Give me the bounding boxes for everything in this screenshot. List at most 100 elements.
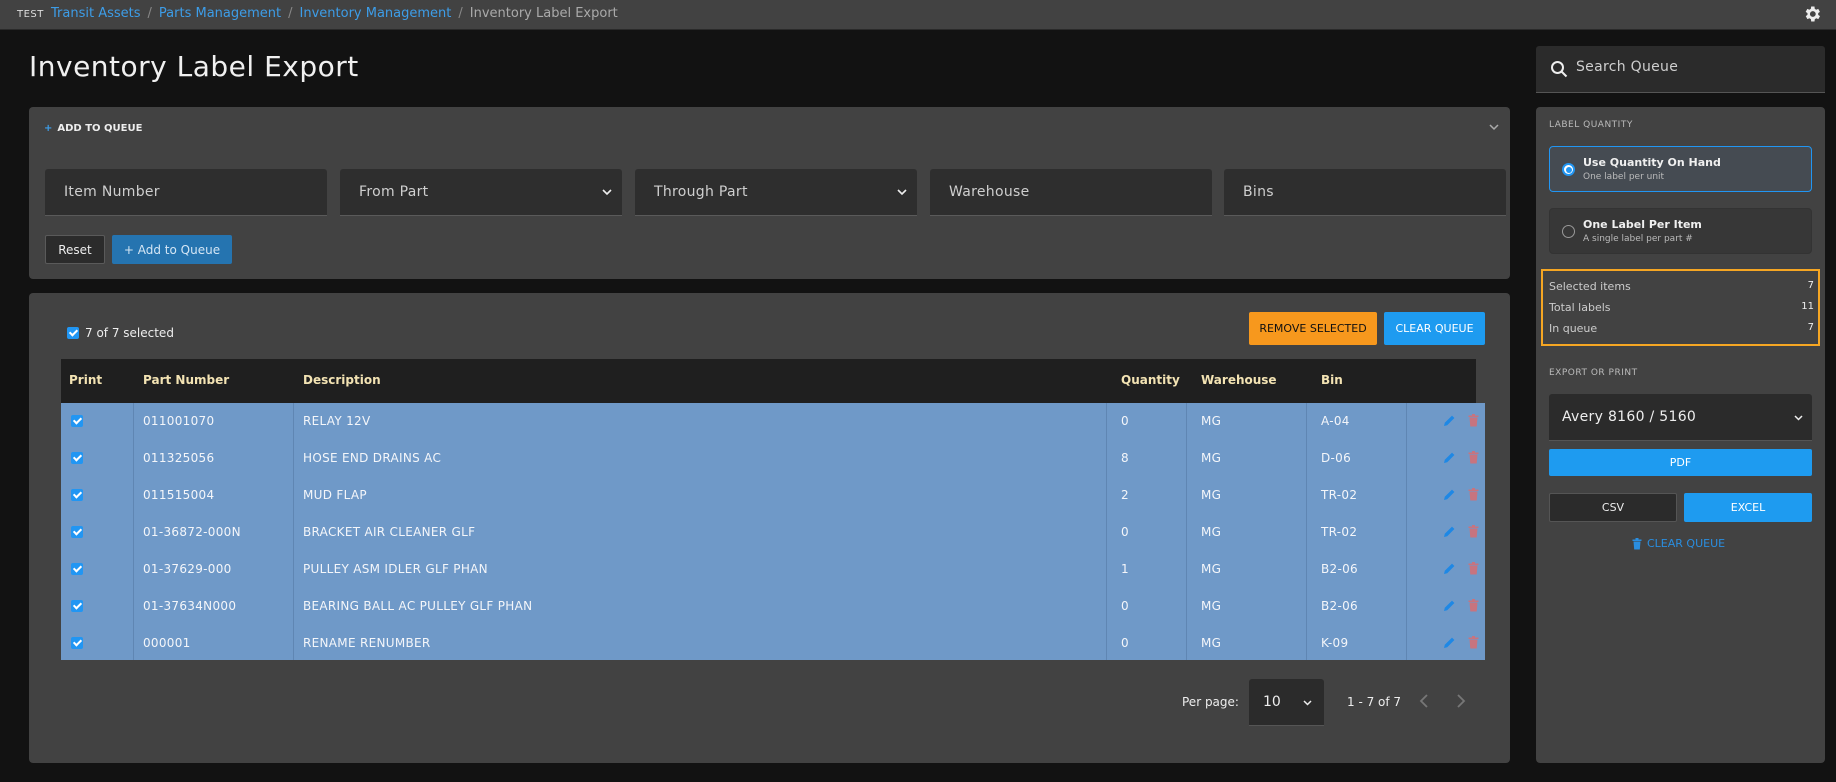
export-sidebar: LABEL QUANTITY Use Quantity On Hand One … — [1536, 107, 1825, 763]
bins-field[interactable]: Bins — [1224, 169, 1506, 216]
edit-icon[interactable] — [1443, 414, 1456, 427]
page-range: 1 - 7 of 7 — [1347, 695, 1402, 709]
cell-part-number: 011325056 — [143, 451, 215, 465]
clear-queue-button[interactable]: CLEAR QUEUE — [1384, 312, 1485, 345]
table-row[interactable]: 000001 RENAME RENUMBER 0 MG K-09 — [61, 625, 1485, 662]
warehouse-field[interactable]: Warehouse — [930, 169, 1212, 216]
csv-button[interactable]: CSV — [1549, 493, 1677, 522]
table-row[interactable]: 011001070 RELAY 12V 0 MG A-04 — [61, 403, 1485, 440]
breadcrumb-inventory-management[interactable]: Inventory Management — [300, 6, 452, 21]
queue-summary: Selected items 7 Total labels 11 In queue 7 — [1541, 269, 1820, 346]
table-row[interactable]: 011325056 HOSE END DRAINS AC 8 MG D-06 — [61, 440, 1485, 477]
table-row[interactable]: 01-37629-000 PULLEY ASM IDLER GLF PHAN 1 MG… — [61, 551, 1485, 588]
column-warehouse[interactable]: Warehouse — [1201, 373, 1277, 387]
environment-badge: TEST — [17, 9, 44, 20]
select-all[interactable]: 7 of 7 selected — [67, 326, 174, 340]
cell-quantity: 2 — [1121, 488, 1129, 502]
select-all-checkbox[interactable] — [67, 327, 79, 339]
cell-part-number: 000001 — [143, 636, 191, 650]
edit-icon[interactable] — [1443, 636, 1456, 649]
column-print: Print — [69, 373, 103, 387]
page-title: Inventory Label Export — [29, 50, 359, 83]
label-quantity-title: LABEL QUANTITY — [1549, 120, 1633, 130]
cell-warehouse: MG — [1201, 488, 1222, 502]
add-to-queue-button[interactable]: + Add to Queue — [112, 235, 232, 264]
cell-bin: D-06 — [1321, 451, 1352, 465]
delete-icon[interactable] — [1468, 636, 1479, 649]
cell-part-number: 01-36872-000N — [143, 525, 241, 539]
delete-icon[interactable] — [1468, 562, 1479, 575]
plus-icon: + — [44, 123, 53, 134]
chevron-right-icon[interactable] — [1455, 693, 1467, 709]
breadcrumb-separator: / — [147, 6, 152, 21]
queue-table: Print Part Number Description Quantity W… — [61, 359, 1485, 660]
cell-description: BEARING BALL AC PULLEY GLF PHAN — [303, 599, 533, 613]
edit-icon[interactable] — [1443, 562, 1456, 575]
cell-description: HOSE END DRAINS AC — [303, 451, 442, 465]
option-use-quantity-on-hand[interactable]: Use Quantity On Hand One label per unit — [1549, 146, 1812, 192]
radio-unselected[interactable] — [1562, 225, 1575, 238]
table-row[interactable]: 011515004 MUD FLAP 2 MG TR-02 — [61, 477, 1485, 514]
selection-count: 7 of 7 selected — [85, 326, 174, 340]
pdf-button[interactable]: PDF — [1549, 449, 1812, 476]
delete-icon[interactable] — [1468, 525, 1479, 538]
chevron-down-icon[interactable] — [1488, 121, 1500, 133]
column-part-number[interactable]: Part Number — [143, 373, 229, 387]
remove-selected-button[interactable]: REMOVE SELECTED — [1249, 312, 1377, 345]
delete-icon[interactable] — [1468, 414, 1479, 427]
cell-description: RENAME RENUMBER — [303, 636, 431, 650]
cell-bin: K-09 — [1321, 636, 1349, 650]
breadcrumb-separator: / — [288, 6, 293, 21]
cell-bin: B2-06 — [1321, 562, 1358, 576]
cell-quantity: 8 — [1121, 451, 1129, 465]
edit-icon[interactable] — [1443, 525, 1456, 538]
edit-icon[interactable] — [1443, 451, 1456, 464]
row-print-checkbox[interactable] — [71, 526, 83, 538]
per-page-select[interactable]: 10 — [1249, 679, 1324, 726]
label-template-select[interactable]: Avery 8160 / 5160 — [1549, 394, 1812, 441]
cell-bin: B2-06 — [1321, 599, 1358, 613]
edit-icon[interactable] — [1443, 599, 1456, 612]
chevron-left-icon[interactable] — [1418, 693, 1430, 709]
cell-warehouse: MG — [1201, 451, 1222, 465]
row-print-checkbox[interactable] — [71, 415, 83, 427]
reset-button[interactable]: Reset — [45, 235, 105, 264]
cell-description: BRACKET AIR CLEANER GLF — [303, 525, 476, 539]
gear-icon[interactable] — [1802, 4, 1822, 24]
from-part-select[interactable]: From Part — [340, 169, 622, 216]
row-print-checkbox[interactable] — [71, 452, 83, 464]
edit-icon[interactable] — [1443, 488, 1456, 501]
row-print-checkbox[interactable] — [71, 600, 83, 612]
item-number-field[interactable]: Item Number — [45, 169, 327, 216]
through-part-select[interactable]: Through Part — [635, 169, 917, 216]
cell-quantity: 0 — [1121, 525, 1129, 539]
stat-total-labels: Total labels 11 — [1549, 301, 1814, 314]
trash-icon — [1632, 537, 1642, 549]
cell-part-number: 011515004 — [143, 488, 215, 502]
sidebar-clear-queue-button[interactable]: CLEAR QUEUE — [1632, 537, 1725, 550]
cell-bin: TR-02 — [1321, 525, 1358, 539]
table-row[interactable]: 01-37634N000 BEARING BALL AC PULLEY GLF P… — [61, 588, 1485, 625]
excel-button[interactable]: EXCEL — [1684, 493, 1812, 522]
breadcrumb-transit-assets[interactable]: Transit Assets — [51, 6, 141, 21]
column-description[interactable]: Description — [303, 373, 381, 387]
column-quantity[interactable]: Quantity — [1121, 373, 1180, 387]
delete-icon[interactable] — [1468, 599, 1479, 612]
option-one-label-per-item[interactable]: One Label Per Item A single label per pa… — [1549, 208, 1812, 254]
add-to-queue-header[interactable]: + ADD TO QUEUE — [44, 123, 142, 134]
per-page-label: Per page: — [1182, 695, 1239, 709]
breadcrumb-parts-management[interactable]: Parts Management — [159, 6, 281, 21]
search-queue-input[interactable]: Search Queue — [1536, 46, 1825, 93]
row-print-checkbox[interactable] — [71, 637, 83, 649]
column-bin[interactable]: Bin — [1321, 373, 1343, 387]
cell-description: RELAY 12V — [303, 414, 371, 428]
row-print-checkbox[interactable] — [71, 489, 83, 501]
radio-selected[interactable] — [1562, 163, 1575, 176]
delete-icon[interactable] — [1468, 488, 1479, 501]
cell-bin: A-04 — [1321, 414, 1350, 428]
cell-part-number: 01-37634N000 — [143, 599, 237, 613]
breadcrumb-current: Inventory Label Export — [469, 6, 618, 21]
delete-icon[interactable] — [1468, 451, 1479, 464]
table-row[interactable]: 01-36872-000N BRACKET AIR CLEANER GLF 0 MG T… — [61, 514, 1485, 551]
row-print-checkbox[interactable] — [71, 563, 83, 575]
